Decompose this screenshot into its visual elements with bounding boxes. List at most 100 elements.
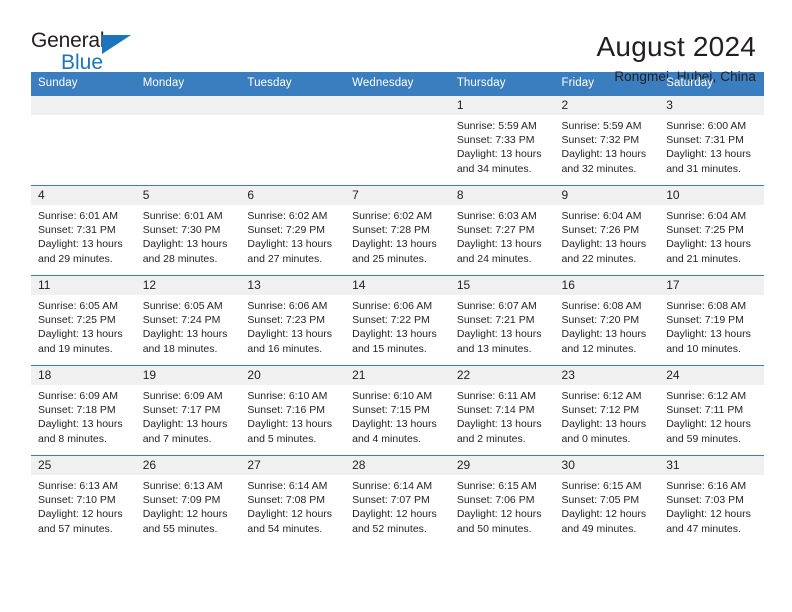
sunset-text: Sunset: 7:07 PM — [352, 494, 430, 507]
daylight-text-line1: Daylight: 13 hours — [352, 238, 437, 251]
daylight-text-line1: Daylight: 13 hours — [142, 418, 228, 431]
sunset-text: Sunset: 7:06 PM — [456, 494, 535, 507]
calendar-day-cell[interactable]: 27 Sunrise: 6:14 AM Sunset: 7:08 PM Dayligh… — [240, 455, 346, 546]
day-details: Sunrise: 6:04 AM Sunset: 7:26 PM Daylight:… — [555, 205, 660, 266]
calendar-day-cell[interactable]: 17 Sunrise: 6:08 AM Sunset: 7:19 PM Dayligh… — [659, 275, 764, 366]
day-number: 2 — [554, 96, 660, 115]
daylight-text-line2: and 12 minutes. — [561, 342, 637, 355]
daylight-text-line1: Daylight: 13 hours — [38, 418, 123, 431]
sunset-text: Sunset: 7:16 PM — [247, 404, 326, 417]
calendar-day-cell[interactable]: 9 Sunrise: 6:04 AM Sunset: 7:26 PM Daylight… — [554, 185, 660, 276]
day-number: 1 — [449, 96, 555, 115]
daylight-text-line1: Daylight: 13 hours — [561, 238, 647, 251]
calendar-day-cell[interactable]: 18 Sunrise: 6:09 AM Sunset: 7:18 PM Dayligh… — [31, 365, 136, 456]
calendar-day-cell[interactable]: 19 Sunrise: 6:09 AM Sunset: 7:17 PM Dayligh… — [135, 365, 241, 456]
daylight-text-line2: and 32 minutes. — [561, 162, 637, 175]
calendar-body: 1 Sunrise: 5:59 AM Sunset: 7:33 PM Daylight… — [31, 95, 764, 546]
calendar-table: Sunday Monday Tuesday Wednesday Thursday… — [31, 72, 764, 546]
day-details: Sunrise: 6:14 AM Sunset: 7:07 PM Daylight:… — [345, 475, 450, 536]
calendar-day-cell[interactable]: 16 Sunrise: 6:08 AM Sunset: 7:20 PM Dayligh… — [554, 275, 660, 366]
sunrise-text: Sunrise: 6:09 AM — [38, 390, 118, 402]
daylight-text-line1: Daylight: 12 hours — [247, 508, 333, 521]
sunset-text: Sunset: 7:23 PM — [247, 314, 326, 327]
day-number — [135, 96, 241, 115]
sunrise-text: Sunrise: 6:02 AM — [247, 210, 328, 222]
day-details: Sunrise: 6:02 AM Sunset: 7:28 PM Daylight:… — [345, 205, 450, 266]
calendar-day-cell[interactable]: 2 Sunrise: 5:59 AM Sunset: 7:32 PM Daylight… — [554, 95, 660, 186]
calendar-day-cell[interactable]: 4 Sunrise: 6:01 AM Sunset: 7:31 PM Daylight… — [31, 185, 136, 276]
day-details: Sunrise: 6:09 AM Sunset: 7:17 PM Daylight:… — [136, 385, 241, 446]
daylight-text-line2: and 15 minutes. — [352, 342, 427, 355]
calendar-day-cell[interactable]: 11 Sunrise: 6:05 AM Sunset: 7:25 PM Dayligh… — [31, 275, 136, 366]
day-number: 13 — [240, 276, 346, 295]
daylight-text-line1: Daylight: 12 hours — [142, 508, 228, 521]
calendar-day-cell[interactable]: 29 Sunrise: 6:15 AM Sunset: 7:06 PM Dayligh… — [449, 455, 555, 546]
calendar-day-cell[interactable]: 8 Sunrise: 6:03 AM Sunset: 7:27 PM Daylight… — [449, 185, 555, 276]
sunrise-text: Sunrise: 6:13 AM — [38, 480, 118, 492]
calendar-day-cell[interactable]: 21 Sunrise: 6:10 AM Sunset: 7:15 PM Dayligh… — [345, 365, 450, 456]
calendar-day-cell[interactable]: 24 Sunrise: 6:12 AM Sunset: 7:11 PM Dayligh… — [659, 365, 764, 456]
daylight-text-line2: and 19 minutes. — [38, 342, 113, 355]
daylight-text-line2: and 16 minutes. — [247, 342, 323, 355]
daylight-text-line2: and 52 minutes. — [352, 522, 427, 535]
calendar-day-cell[interactable]: 3 Sunrise: 6:00 AM Sunset: 7:31 PM Daylight… — [659, 95, 764, 186]
sunset-text: Sunset: 7:08 PM — [247, 494, 326, 507]
daylight-text-line2: and 57 minutes. — [38, 522, 113, 535]
daylight-text-line1: Daylight: 12 hours — [352, 508, 437, 521]
daylight-text-line1: Daylight: 12 hours — [38, 508, 123, 521]
daylight-text-line2: and 49 minutes. — [561, 522, 637, 535]
day-details: Sunrise: 5:59 AM Sunset: 7:32 PM Daylight:… — [555, 115, 660, 176]
day-details: Sunrise: 6:15 AM Sunset: 7:05 PM Daylight:… — [555, 475, 660, 536]
day-number: 15 — [449, 276, 555, 295]
daylight-text-line2: and 0 minutes. — [561, 432, 631, 445]
calendar-day-cell[interactable]: 13 Sunrise: 6:06 AM Sunset: 7:23 PM Dayligh… — [240, 275, 346, 366]
calendar-day-cell[interactable]: 28 Sunrise: 6:14 AM Sunset: 7:07 PM Dayligh… — [345, 455, 450, 546]
calendar-day-cell[interactable]: 20 Sunrise: 6:10 AM Sunset: 7:16 PM Dayligh… — [240, 365, 346, 456]
sunrise-text: Sunrise: 6:14 AM — [352, 480, 433, 492]
day-details: Sunrise: 6:16 AM Sunset: 7:03 PM Daylight:… — [659, 475, 764, 536]
day-number: 19 — [135, 366, 241, 385]
sunset-text: Sunset: 7:20 PM — [561, 314, 640, 327]
sunrise-text: Sunrise: 6:14 AM — [247, 480, 328, 492]
sunrise-text: Sunrise: 6:15 AM — [561, 480, 642, 492]
general-blue-logo[interactable]: General Blue — [31, 30, 143, 78]
calendar-day-cell[interactable]: 5 Sunrise: 6:01 AM Sunset: 7:30 PM Daylight… — [135, 185, 241, 276]
calendar-day-cell[interactable]: 1 Sunrise: 5:59 AM Sunset: 7:33 PM Daylight… — [449, 95, 555, 186]
daylight-text-line1: Daylight: 13 hours — [666, 328, 751, 341]
calendar-day-cell[interactable]: 23 Sunrise: 6:12 AM Sunset: 7:12 PM Dayligh… — [554, 365, 660, 456]
calendar-day-cell[interactable]: 22 Sunrise: 6:11 AM Sunset: 7:14 PM Dayligh… — [449, 365, 555, 456]
weekday-header-thursday: Thursday — [449, 72, 555, 96]
calendar-day-cell[interactable]: 31 Sunrise: 6:16 AM Sunset: 7:03 PM Dayligh… — [659, 455, 764, 546]
page-header: General Blue August 2024 Rongmei, Hubei,… — [0, 0, 792, 84]
daylight-text-line1: Daylight: 13 hours — [456, 148, 542, 161]
day-details: Sunrise: 6:10 AM Sunset: 7:16 PM Daylight:… — [240, 385, 345, 446]
calendar-day-cell[interactable]: 12 Sunrise: 6:05 AM Sunset: 7:24 PM Dayligh… — [135, 275, 241, 366]
calendar-day-cell[interactable]: 30 Sunrise: 6:15 AM Sunset: 7:05 PM Dayligh… — [554, 455, 660, 546]
calendar-day-cell[interactable]: 25 Sunrise: 6:13 AM Sunset: 7:10 PM Dayligh… — [31, 455, 136, 546]
weekday-header-wednesday: Wednesday — [345, 72, 450, 96]
daylight-text-line2: and 28 minutes. — [142, 252, 218, 265]
sunrise-text: Sunrise: 6:10 AM — [352, 390, 433, 402]
daylight-text-line2: and 27 minutes. — [247, 252, 323, 265]
sunrise-text: Sunrise: 6:04 AM — [666, 210, 747, 222]
day-details: Sunrise: 6:04 AM Sunset: 7:25 PM Daylight:… — [659, 205, 764, 266]
calendar-day-cell[interactable]: 10 Sunrise: 6:04 AM Sunset: 7:25 PM Dayligh… — [659, 185, 764, 276]
sunset-text: Sunset: 7:15 PM — [352, 404, 430, 417]
sunset-text: Sunset: 7:31 PM — [666, 134, 744, 147]
sunset-text: Sunset: 7:26 PM — [561, 224, 640, 237]
sunrise-text: Sunrise: 6:09 AM — [142, 390, 223, 402]
sunrise-text: Sunrise: 6:15 AM — [456, 480, 537, 492]
daylight-text-line1: Daylight: 13 hours — [456, 238, 542, 251]
daylight-text-line2: and 22 minutes. — [561, 252, 637, 265]
calendar-day-cell[interactable]: 15 Sunrise: 6:07 AM Sunset: 7:21 PM Dayligh… — [449, 275, 555, 366]
calendar-day-cell[interactable]: 7 Sunrise: 6:02 AM Sunset: 7:28 PM Daylight… — [345, 185, 450, 276]
calendar-day-cell[interactable]: 14 Sunrise: 6:06 AM Sunset: 7:22 PM Dayligh… — [345, 275, 450, 366]
daylight-text-line1: Daylight: 13 hours — [38, 238, 123, 251]
day-details: Sunrise: 6:12 AM Sunset: 7:12 PM Daylight:… — [555, 385, 660, 446]
calendar-day-cell[interactable]: 6 Sunrise: 6:02 AM Sunset: 7:29 PM Daylight… — [240, 185, 346, 276]
calendar-day-cell[interactable]: 26 Sunrise: 6:13 AM Sunset: 7:09 PM Dayligh… — [135, 455, 241, 546]
day-number: 27 — [240, 456, 346, 475]
day-number: 24 — [659, 366, 764, 385]
sunrise-text: Sunrise: 6:06 AM — [247, 300, 328, 312]
day-details: Sunrise: 6:12 AM Sunset: 7:11 PM Daylight:… — [659, 385, 764, 446]
